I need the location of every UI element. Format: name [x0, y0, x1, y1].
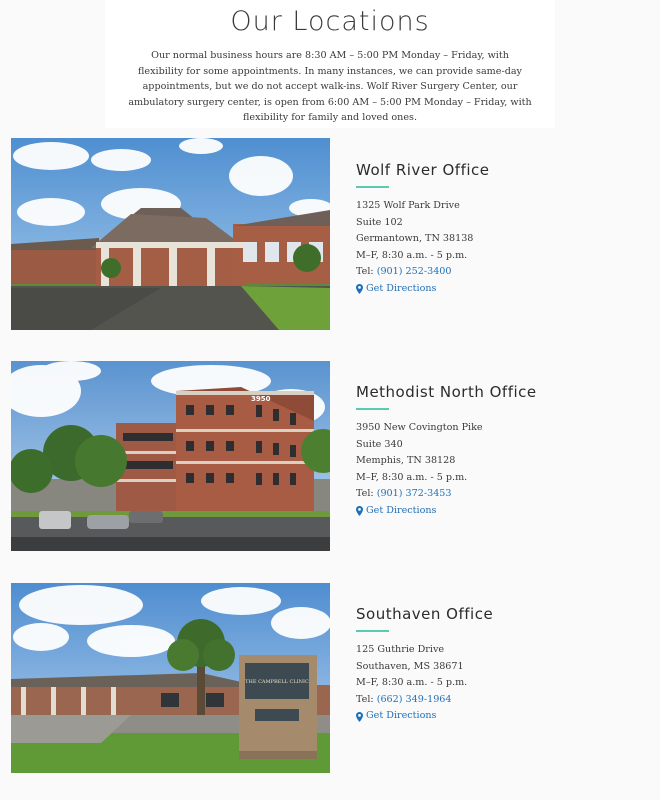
address-line-2: Suite 340: [356, 438, 403, 450]
map-pin-icon: [356, 711, 363, 722]
location-southaven: THE CAMPBELL CLINIC Southaven Office 125…: [0, 582, 660, 774]
get-directions-link[interactable]: Get Directions: [356, 708, 646, 725]
location-methodist-north: 3950 Methodist North Office 3950 New Cov…: [0, 360, 660, 552]
get-directions-link[interactable]: Get Directions: [356, 281, 646, 298]
building-number-sign: 3950: [251, 395, 271, 403]
phone-line: Tel: (662) 349-1964: [356, 692, 646, 709]
location-name: Methodist North Office: [356, 383, 537, 401]
address-line-2: Suite 102: [356, 216, 403, 228]
get-directions-label: Get Directions: [366, 282, 437, 294]
directions-line: Get Directions: [356, 503, 646, 520]
city-line: Germantown, TN 38138: [356, 233, 474, 245]
city-line: Memphis, TN 38128: [356, 455, 456, 467]
directions-line: Get Directions: [356, 281, 646, 298]
accent-rule: [356, 186, 389, 188]
map-pin-icon: [356, 284, 363, 295]
location-name: Wolf River Office: [356, 161, 490, 179]
page-title: Our Locations: [230, 6, 430, 37]
location-name: Southaven Office: [356, 605, 494, 623]
hours-line: M–F, 8:30 a.m. - 5 p.m.: [356, 471, 468, 483]
hours-line: M–F, 8:30 a.m. - 5 p.m.: [356, 249, 468, 261]
address-line-1: 1325 Wolf Park Drive: [356, 200, 460, 211]
address-line-1: 125 Guthrie Drive: [356, 644, 445, 655]
accent-rule: [356, 408, 389, 410]
phone-line: Tel: (901) 372-3453: [356, 486, 646, 503]
hours-line: M–F, 8:30 a.m. - 5 p.m.: [356, 677, 468, 689]
tel-label: Tel:: [356, 488, 374, 500]
tel-label: Tel:: [356, 266, 374, 278]
intro-text: Our normal business hours are 8:30 AM – …: [128, 50, 532, 124]
location-wolf-river: Wolf River Office 1325 Wolf Park Drive S…: [0, 138, 660, 330]
phone-link[interactable]: (901) 252-3400: [377, 266, 452, 277]
get-directions-label: Get Directions: [366, 710, 437, 722]
get-directions-link[interactable]: Get Directions: [356, 503, 646, 520]
address-line-1: 3950 New Covington Pike: [356, 422, 483, 433]
phone-link[interactable]: (901) 372-3453: [377, 488, 452, 499]
wolf-river-photo: [11, 138, 330, 330]
map-pin-icon: [356, 506, 363, 517]
tel-label: Tel:: [356, 693, 374, 705]
directions-line: Get Directions: [356, 708, 646, 725]
phone-link[interactable]: (662) 349-1964: [377, 694, 452, 705]
phone-line: Tel: (901) 252-3400: [356, 264, 646, 281]
wolf-river-info: Wolf River Office 1325 Wolf Park Drive S…: [356, 160, 646, 298]
southaven-info: Southaven Office 125 Guthrie Drive South…: [356, 604, 646, 725]
clinic-sign-text: THE CAMPBELL CLINIC: [245, 679, 309, 685]
methodist-north-photo: 3950: [11, 361, 330, 551]
southaven-photo: THE CAMPBELL CLINIC: [11, 583, 330, 773]
methodist-north-info: Methodist North Office 3950 New Covingto…: [356, 382, 646, 520]
get-directions-label: Get Directions: [366, 504, 437, 516]
accent-rule: [356, 630, 389, 632]
city-line: Southaven, MS 38671: [356, 660, 464, 672]
